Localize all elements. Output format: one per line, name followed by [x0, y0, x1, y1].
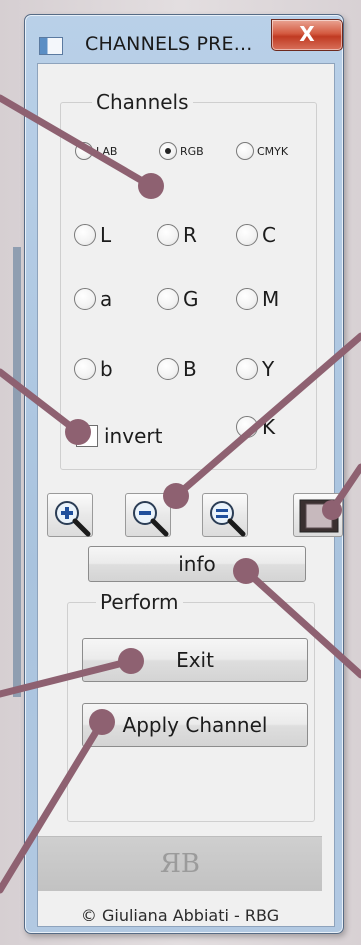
callout-dot-apply — [89, 709, 115, 735]
callout-dot-invert — [65, 419, 91, 445]
callout-overlay — [0, 94, 361, 894]
callout-line-mode — [0, 94, 155, 190]
callout-line-zoom — [172, 332, 361, 500]
callout-dot-zoom — [163, 483, 189, 509]
callout-dot-info — [233, 558, 259, 584]
callout-line-invert — [0, 368, 82, 436]
callout-dot-preview — [322, 500, 342, 520]
callout-line-apply — [0, 718, 106, 894]
callout-dot-mode — [138, 173, 164, 199]
callout-dot-exit — [118, 648, 144, 674]
callout-line-info — [242, 567, 361, 679]
callout-line-exit — [0, 657, 135, 698]
